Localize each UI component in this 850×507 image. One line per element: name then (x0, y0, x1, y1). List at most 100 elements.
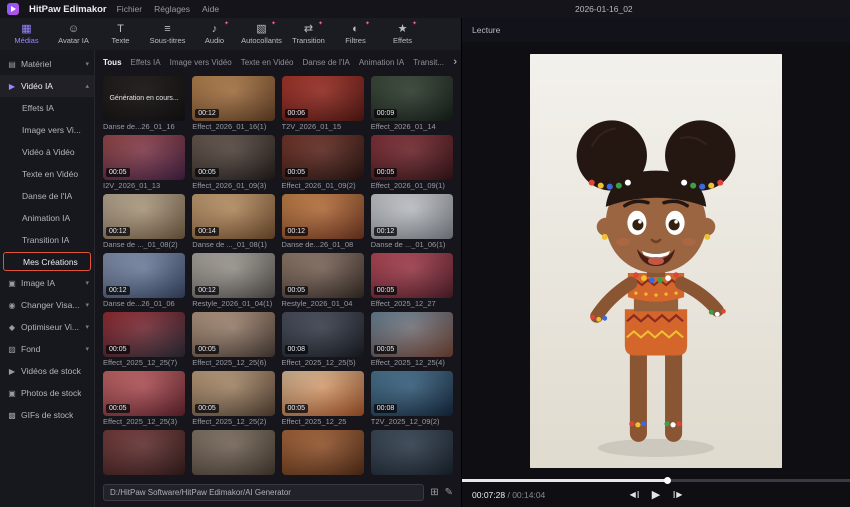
library-tab[interactable]: Texte en Vidéo (241, 58, 294, 67)
media-item[interactable]: 00:05 Effect_2025_12_27 (370, 253, 453, 308)
library-tabs: Tous Effets IA Image vers Vidéo Texte en Vi… (95, 50, 461, 74)
toolbar-item-label: Effets (392, 36, 413, 45)
toolbar-item[interactable]: ✦ ★ Effets (379, 21, 426, 45)
library-tab[interactable]: Danse de l'IA (303, 58, 350, 67)
toolbar-item[interactable]: ≡ Sous-titres (144, 23, 191, 45)
menu-item[interactable]: Réglages (154, 4, 190, 14)
media-item[interactable]: 00:09 Effect_2026_01_14 (370, 76, 453, 131)
media-item[interactable]: 00:12 Effect_2026_01_16(1) (192, 76, 275, 131)
sidebar-item[interactable]: Vidéo à Vidéo (0, 141, 94, 163)
preview-stage[interactable] (462, 42, 850, 479)
sidebar: ▤ Matériel ▾ ▶ Vidéo IA ▴ Effets IA Imag… (0, 50, 95, 507)
sidebar-item[interactable]: ◉ Changer Visa... ▾ (0, 294, 94, 316)
previous-frame-button[interactable]: ◀ (630, 490, 639, 500)
media-item-label: Restyle_2026_01_04 (281, 299, 353, 308)
media-item[interactable] (370, 430, 453, 475)
sidebar-item[interactable]: Animation IA (0, 207, 94, 229)
tabs-scroll-right-icon[interactable]: › (449, 50, 461, 74)
transport-bar: 00:07:28 / 00:14:04 ◀ ▶ ▶ (462, 482, 850, 507)
sidebar-item-label: Danse de l'IA (22, 191, 73, 201)
toolbar-item[interactable]: ▦ Médias (3, 23, 50, 45)
sidebar-item[interactable]: Image vers Vi... (0, 119, 94, 141)
media-item[interactable]: 00:05 Effect_2025_12_25(4) (370, 312, 453, 367)
ai-sparkle-icon: ✦ (317, 21, 323, 27)
duration-badge: 00:05 (106, 404, 130, 413)
media-item[interactable]: 00:08 Effect_2025_12_25(5) (281, 312, 364, 367)
duration-badge: 00:12 (195, 286, 219, 295)
toolbar-item[interactable]: T Texte (97, 23, 144, 45)
media-grid: Génération en cours... Danse de...26_01_… (95, 74, 461, 481)
media-thumbnail: 00:06 (281, 76, 364, 121)
library-tab[interactable]: Transit... (413, 58, 444, 67)
sidebar-item[interactable]: ▣ Photos de stock (0, 382, 94, 404)
media-item[interactable]: 00:05 Effect_2025_12_25(7) (103, 312, 186, 367)
media-item[interactable]: 00:05 Effect_2025_12_25 (281, 371, 364, 426)
player-panel: Lecture 00:07:28 / 00:14:04 ◀ ▶ ▶ (462, 18, 850, 507)
sidebar-item[interactable]: Transition IA (0, 229, 94, 251)
sidebar-item-label: Optimiseur Vi... (21, 322, 79, 332)
sidebar-item[interactable]: ◆ Optimiseur Vi... ▾ (0, 316, 94, 338)
import-icon[interactable]: ⊞ (430, 487, 438, 498)
media-item[interactable]: 00:12 Danse de...26_01_06 (103, 253, 186, 308)
media-item-label: Effect_2025_12_25(2) (192, 417, 267, 426)
sidebar-item[interactable]: ▣ Image IA ▾ (0, 272, 94, 294)
media-item[interactable]: 00:12 Danse de...26_01_08 (281, 194, 364, 249)
library-tab[interactable]: Effets IA (131, 58, 161, 67)
media-item-label: Effect_2025_12_25(6) (192, 358, 267, 367)
sidebar-item[interactable]: ▶ Vidéos de stock (0, 360, 94, 382)
toolbar-item[interactable]: ✦ ♪ Audio (191, 21, 238, 45)
media-item[interactable]: 00:05 Effect_2026_01_09(2) (281, 135, 364, 190)
sidebar-item[interactable]: Texte en Vidéo (0, 163, 94, 185)
sidebar-item[interactable]: Mes Créations (3, 252, 91, 271)
media-item[interactable]: Génération en cours... Danse de...26_01_… (103, 76, 186, 131)
next-frame-button[interactable]: ▶ (673, 490, 682, 500)
media-item[interactable]: 00:12 Danse de ..._01_06(1) (370, 194, 453, 249)
media-item[interactable]: 00:14 Danse de ..._01_08(1) (192, 194, 275, 249)
sidebar-item[interactable]: Effets IA (0, 97, 94, 119)
player-header-label: Lecture (472, 25, 501, 35)
media-item[interactable]: 00:05 Effect_2025_12_25(3) (103, 371, 186, 426)
media-thumbnail: 00:05 (370, 253, 453, 298)
media-item[interactable]: 00:12 Restyle_2026_01_04(1) (192, 253, 275, 308)
menu-item[interactable]: Fichier (117, 4, 143, 14)
toolbar-item[interactable]: ✦ ◐ Filtres (332, 21, 379, 45)
duration-badge: 00:12 (106, 227, 130, 236)
media-item[interactable] (103, 430, 186, 475)
library-tab[interactable]: Tous (103, 58, 122, 67)
sidebar-item[interactable]: ▨ Fond ▾ (0, 338, 94, 360)
menubar: HitPaw Edimakor Fichier Réglages Aide 2026… (0, 0, 850, 18)
toolbar-item[interactable]: ✦ ⇄ Transition (285, 21, 332, 45)
media-item[interactable]: 00:05 Effect_2025_12_25(2) (192, 371, 275, 426)
ai-image-icon: ▣ (8, 278, 16, 288)
media-item[interactable] (192, 430, 275, 475)
duration-badge: 00:05 (373, 286, 398, 295)
video-preview (530, 53, 782, 468)
sidebar-item[interactable]: Danse de l'IA (0, 185, 94, 207)
toolbar-item-label: Texte (111, 36, 130, 45)
path-input[interactable] (103, 483, 425, 501)
library-tab[interactable]: Image vers Vidéo (170, 58, 232, 67)
media-item[interactable]: 00:05 Effect_2026_01_09(3) (192, 135, 275, 190)
edit-icon[interactable]: ✎ (445, 487, 453, 498)
media-item[interactable]: 00:08 T2V_2025_12_09(2) (370, 371, 453, 426)
play-button[interactable]: ▶ (652, 489, 660, 500)
media-item[interactable]: 00:05 I2V_2026_01_13 (103, 135, 186, 190)
media-item-label: T2V_2025_12_09(2) (370, 417, 440, 426)
generation-status-overlay: Génération en cours... (103, 76, 186, 121)
media-item[interactable] (281, 430, 364, 475)
sidebar-item[interactable]: ▤ Matériel ▾ (0, 53, 94, 75)
media-thumbnail: 00:05 (192, 312, 275, 357)
sidebar-item[interactable]: ▩ GIFs de stock (0, 404, 94, 426)
toolbar-item[interactable]: ✦ ▧ Autocollants (238, 21, 285, 45)
media-item[interactable]: 00:06 T2V_2026_01_15 (281, 76, 364, 131)
menu-item[interactable]: Aide (202, 4, 219, 14)
library-tabs-row: Tous Effets IA Image vers Vidéo Texte en Vi… (95, 50, 461, 74)
toolbar-item[interactable]: ☺ Avatar IA (50, 23, 97, 45)
media-item[interactable]: 00:05 Effect_2025_12_25(6) (192, 312, 275, 367)
media-item[interactable]: 00:12 Danse de ..._01_08(2) (103, 194, 186, 249)
media-item[interactable]: 00:05 Effect_2026_01_09(1) (370, 135, 453, 190)
library-tab[interactable]: Animation IA (359, 58, 404, 67)
media-item[interactable]: 00:05 Restyle_2026_01_04 (281, 253, 364, 308)
sidebar-item[interactable]: ▶ Vidéo IA ▴ (0, 75, 94, 97)
toolbar-item-label: Avatar IA (58, 36, 89, 45)
